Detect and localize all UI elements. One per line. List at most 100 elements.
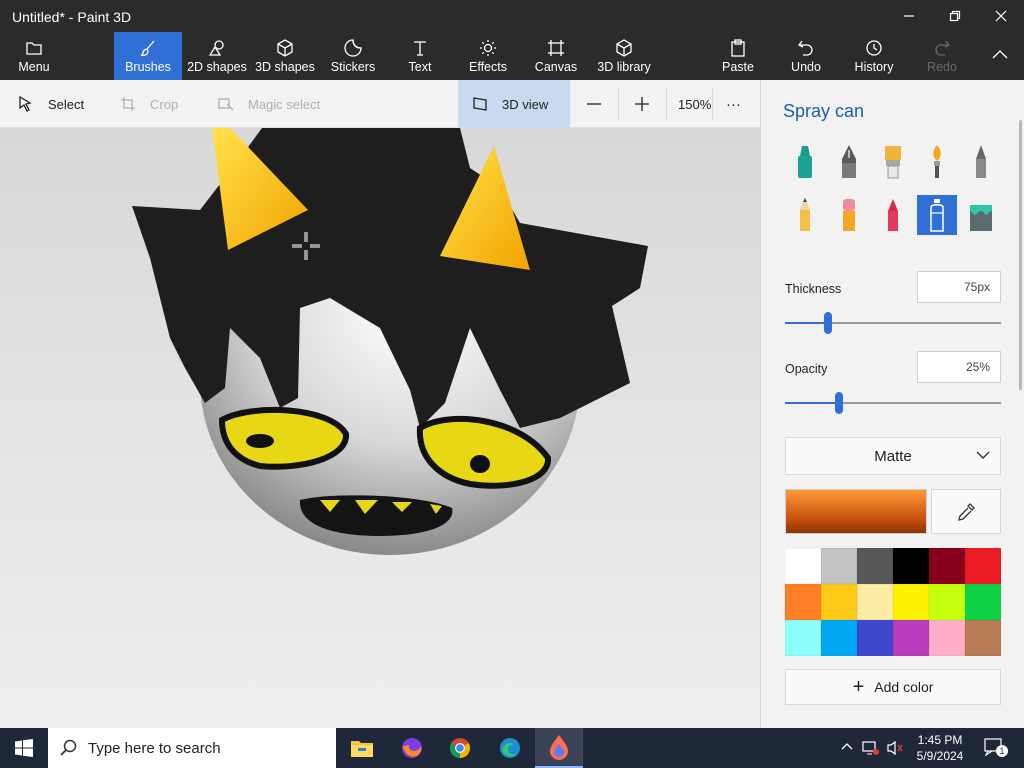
paste-button[interactable]: Paste — [716, 32, 760, 80]
watercolor-brush-button[interactable] — [917, 142, 957, 182]
zoom-in-button[interactable] — [634, 80, 664, 128]
marker-brush-button[interactable] — [785, 142, 825, 182]
pencil-brush-button[interactable] — [785, 195, 825, 235]
current-color-swatch[interactable] — [785, 489, 927, 534]
color-swatch[interactable] — [821, 584, 857, 620]
firefox-icon — [402, 738, 422, 758]
pixel-pen-icon — [976, 145, 986, 178]
3d-character-model[interactable] — [0, 128, 760, 728]
menu-button[interactable]: Menu — [8, 32, 60, 80]
3d-view-button[interactable]: 3D view — [458, 80, 570, 128]
thickness-input[interactable]: 75px — [917, 271, 1001, 303]
2d-shapes-tab[interactable]: 2D shapes — [186, 32, 248, 80]
search-icon — [60, 739, 77, 756]
magic-select-button[interactable]: Magic select — [218, 80, 320, 128]
color-swatch[interactable] — [857, 548, 893, 584]
paint-3d-taskbar-button[interactable] — [535, 728, 583, 768]
eraser-icon — [843, 199, 855, 231]
3d-view-icon — [473, 97, 487, 111]
color-swatch[interactable] — [857, 620, 893, 656]
fill-bucket-icon — [970, 205, 992, 231]
panel-title: Spray can — [783, 101, 865, 121]
zoom-level[interactable]: 150% — [678, 80, 711, 128]
folder-icon — [351, 741, 373, 757]
history-button[interactable]: History — [852, 32, 896, 80]
restore-icon — [949, 10, 961, 22]
opacity-slider-thumb[interactable] — [835, 392, 843, 414]
restore-button[interactable] — [932, 0, 978, 32]
oil-brush-button[interactable] — [873, 142, 913, 182]
watercolor-brush-icon — [933, 145, 941, 178]
notifications-button[interactable]: 1 — [984, 738, 1008, 757]
taskbar-search[interactable]: Type here to search — [48, 728, 336, 768]
3d-library-tab[interactable]: 3D library — [594, 32, 654, 80]
chevron-up-icon[interactable] — [840, 740, 854, 754]
undo-button[interactable]: Undo — [784, 32, 828, 80]
select-button[interactable]: Select — [18, 80, 84, 128]
spray-can-button[interactable] — [917, 195, 957, 235]
color-swatch[interactable] — [965, 548, 1001, 584]
firefox-taskbar-button[interactable] — [388, 728, 436, 768]
color-swatch[interactable] — [965, 620, 1001, 656]
3d-view-label: 3D view — [502, 96, 549, 112]
edge-taskbar-button[interactable] — [486, 728, 534, 768]
color-swatch[interactable] — [785, 548, 821, 584]
opacity-input[interactable]: 25% — [917, 351, 1001, 383]
crop-button[interactable]: Crop — [120, 80, 178, 128]
material-dropdown[interactable]: Matte — [785, 437, 1001, 475]
calligraphy-pen-button[interactable] — [829, 142, 869, 182]
cube-icon — [277, 39, 293, 57]
color-swatch[interactable] — [893, 620, 929, 656]
start-button[interactable] — [0, 728, 48, 768]
thickness-label: Thickness — [785, 282, 842, 296]
more-button[interactable]: ··· — [726, 80, 741, 128]
history-icon — [866, 40, 882, 56]
separator — [666, 88, 667, 120]
redo-button[interactable]: Redo — [922, 32, 962, 80]
brushes-tab[interactable]: Brushes — [114, 32, 182, 80]
calligraphy-pen-icon — [842, 145, 856, 178]
panel-scrollbar[interactable] — [1019, 120, 1022, 390]
chrome-taskbar-button[interactable] — [436, 728, 484, 768]
material-value: Matte — [874, 447, 912, 465]
text-tab[interactable]: Text — [400, 32, 440, 80]
add-color-button[interactable]: + Add color — [785, 669, 1001, 705]
zoom-out-button[interactable] — [586, 80, 616, 128]
thickness-slider-thumb[interactable] — [824, 312, 833, 334]
color-swatch[interactable] — [785, 584, 821, 620]
minimize-button[interactable] — [886, 0, 932, 32]
close-button[interactable] — [978, 0, 1024, 32]
network-icon[interactable] — [862, 740, 880, 756]
3d-shapes-tab[interactable]: 3D shapes — [254, 32, 316, 80]
plus-icon — [635, 97, 649, 111]
system-clock[interactable]: 1:45 PM 5/9/2024 — [900, 732, 980, 764]
windows-logo-icon — [15, 739, 33, 757]
fill-bucket-button[interactable] — [961, 195, 1001, 235]
color-swatch[interactable] — [821, 548, 857, 584]
color-swatch[interactable] — [893, 548, 929, 584]
brush-panel: Spray can Thickness 75px Opacity 25% Mat… — [760, 80, 1024, 728]
undo-icon — [798, 40, 813, 56]
effects-tab[interactable]: Effects — [464, 32, 512, 80]
stickers-tab[interactable]: Stickers — [326, 32, 380, 80]
redo-icon — [935, 40, 950, 56]
color-swatch[interactable] — [785, 620, 821, 656]
color-swatch[interactable] — [893, 584, 929, 620]
color-swatch[interactable] — [821, 620, 857, 656]
text-icon — [414, 41, 426, 56]
file-explorer-taskbar-button[interactable] — [338, 728, 386, 768]
pixel-pen-button[interactable] — [961, 142, 1001, 182]
canvas-tab[interactable]: Canvas — [532, 32, 580, 80]
color-swatch[interactable] — [929, 620, 965, 656]
canvas-area[interactable] — [0, 128, 760, 728]
crayon-button[interactable] — [873, 195, 913, 235]
collapse-ribbon-button[interactable] — [982, 32, 1018, 80]
redo-label: Redo — [927, 60, 957, 74]
toolbar: Select Crop Magic select 3D view 150% ··… — [0, 80, 760, 128]
color-swatch[interactable] — [965, 584, 1001, 620]
color-swatch[interactable] — [929, 548, 965, 584]
color-swatch[interactable] — [929, 584, 965, 620]
color-swatch[interactable] — [857, 584, 893, 620]
eraser-button[interactable] — [829, 195, 869, 235]
eyedropper-button[interactable] — [931, 489, 1001, 534]
